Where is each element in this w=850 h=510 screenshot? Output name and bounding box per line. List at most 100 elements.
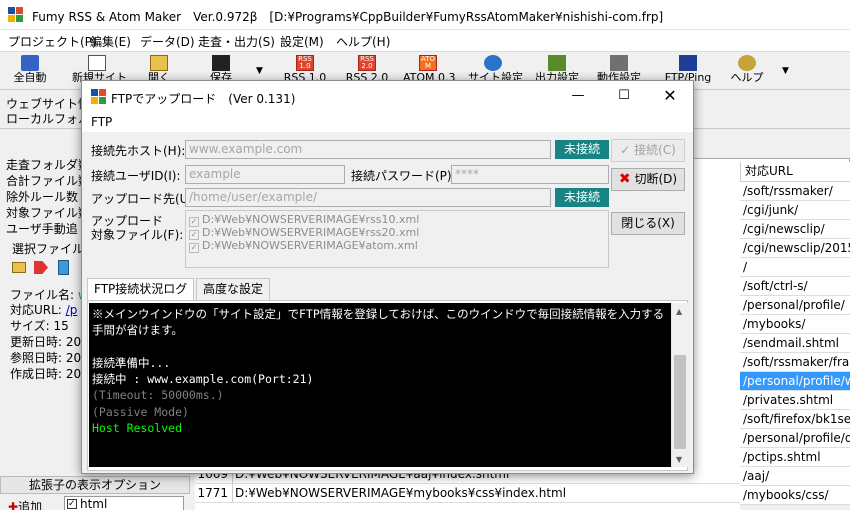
file-action-icons xyxy=(12,260,82,276)
url-cell[interactable]: /pctips.shtml xyxy=(740,448,850,467)
connect-button[interactable]: ✓ 接続(C) xyxy=(611,139,685,162)
files-label-line2: 対象ファイル(F): xyxy=(91,228,184,242)
menu-ftp[interactable]: FTP xyxy=(91,115,112,129)
main-title-bar[interactable]: Fumy RSS & Atom Maker Ver.0.972β [D:¥Pro… xyxy=(0,0,850,30)
url-cell[interactable]: /personal/profile/ xyxy=(740,296,850,315)
rss10-icon: RSS 1.0 xyxy=(296,55,314,71)
dialog-menu-bar: FTP xyxy=(82,112,693,132)
menu-project[interactable]: プロジェクト(P) xyxy=(8,33,97,50)
dialog-title-bar[interactable]: FTPでアップロード (Ver 0.131) — ☐ ✕ xyxy=(82,81,693,112)
url-cell[interactable]: /cgi/newsclip/ xyxy=(740,220,850,239)
document-icon[interactable] xyxy=(58,260,69,275)
close-window-button[interactable]: ✕ xyxy=(647,81,693,112)
url-cell[interactable]: /mybooks/ xyxy=(740,315,850,334)
ext-add-row[interactable]: ✚追加 xyxy=(8,498,42,510)
url-cell[interactable]: /soft/firefox/bk1sea xyxy=(740,410,850,429)
url-column-header[interactable]: 対応URL xyxy=(740,162,850,182)
new-site-icon xyxy=(88,55,106,71)
log-line: Host Resolved xyxy=(92,421,183,436)
url-cell[interactable]: /personal/profile/de xyxy=(740,429,850,448)
app-icon xyxy=(8,7,23,22)
rss20-icon: RSS 2.0 xyxy=(358,55,376,71)
menu-scan-output[interactable]: 走査・出力(S) xyxy=(198,33,275,50)
file-created-row: 作成日時: 20 xyxy=(10,367,82,381)
file-accessed-row: 参照日時: 20 xyxy=(10,351,82,365)
log-line: (Timeout: 50000ms.) xyxy=(92,388,224,403)
output-settings-icon xyxy=(548,55,566,71)
help-dropdown-arrow[interactable]: ▼ xyxy=(782,66,789,76)
url-cell[interactable]: / xyxy=(740,258,850,277)
scroll-thumb[interactable] xyxy=(674,355,686,449)
menu-edit[interactable]: 編集(E) xyxy=(90,33,131,50)
url-cell[interactable]: /soft/ctrl-s/ xyxy=(740,277,850,296)
url-cell[interactable]: /personal/profile/wo xyxy=(740,372,850,391)
log-line: 接続中 : www.example.com(Port:21) xyxy=(92,372,314,387)
export-icon[interactable] xyxy=(34,261,48,274)
help-button[interactable]: ヘルプ xyxy=(722,54,772,88)
stat-scan-folders: 走査フォルダ数 xyxy=(6,158,91,172)
tab-ftp-log[interactable]: FTP接続状況ログ xyxy=(87,278,195,301)
file-modified-row: 更新日時: 20 xyxy=(10,335,82,349)
log-scrollbar[interactable]: ▲ ▼ xyxy=(671,303,688,467)
atom03-icon: ATO M xyxy=(419,55,437,71)
behavior-settings-icon xyxy=(610,55,628,71)
local-folder-label: ローカルフォル xyxy=(6,112,91,126)
menu-settings[interactable]: 設定(M) xyxy=(280,33,324,50)
close-button[interactable]: 閉じる(X) xyxy=(611,212,685,235)
main-menu-bar: プロジェクト(P) 編集(E) データ(D) 走査・出力(S) 設定(M) ヘル… xyxy=(0,30,850,52)
site-settings-icon xyxy=(484,55,502,71)
stat-target-files: 対象ファイル数 xyxy=(6,206,91,220)
scroll-up-arrow[interactable]: ▲ xyxy=(676,307,682,316)
user-label: 接続ユーザID(I): xyxy=(91,169,181,183)
tab-advanced-settings[interactable]: 高度な設定 xyxy=(196,278,271,300)
ftp-upload-dialog: FTPでアップロード (Ver 0.131) — ☐ ✕ FTP 接続先ホスト(… xyxy=(81,80,694,474)
stat-total-files: 合計ファイル数 xyxy=(6,174,91,188)
minimize-button[interactable]: — xyxy=(555,81,601,112)
ext-html-item[interactable]: ✓ html xyxy=(64,496,184,510)
url-cell[interactable]: /cgi/newsclip/20150 xyxy=(740,239,850,258)
host-input[interactable]: www.example.com xyxy=(185,140,551,159)
save-dropdown-arrow[interactable]: ▼ xyxy=(256,66,263,76)
scroll-down-arrow[interactable]: ▼ xyxy=(676,455,682,464)
dest-input[interactable]: /home/user/example/ xyxy=(185,188,551,207)
maximize-button[interactable]: ☐ xyxy=(601,81,647,112)
dialog-title: FTPでアップロード (Ver 0.131) xyxy=(111,92,296,106)
password-label: 接続パスワード(P): xyxy=(351,169,456,183)
dest-status-badge: 未接続 xyxy=(555,188,609,207)
disconnect-button[interactable]: ✖ 切断(D) xyxy=(611,168,685,191)
help-icon xyxy=(738,55,756,71)
file-item[interactable]: ✓ D:¥Web¥NOWSERVERIMAGE¥rss20.xml xyxy=(189,226,419,240)
password-input[interactable]: **** xyxy=(451,165,609,184)
file-size-row: サイズ: 15 xyxy=(10,319,69,333)
window-title: Fumy RSS & Atom Maker Ver.0.972β [D:¥Pro… xyxy=(32,10,664,24)
menu-help[interactable]: ヘルプ(H) xyxy=(336,33,390,50)
url-cell[interactable]: /soft/rssmaker/ xyxy=(740,182,850,201)
stat-exclude-rules: 除外ルール数 xyxy=(6,190,79,204)
check-icon: ✓ xyxy=(620,143,631,157)
save-icon xyxy=(212,55,230,71)
auto-button[interactable]: 全自動 xyxy=(5,54,55,88)
user-input[interactable]: example xyxy=(185,165,345,184)
file-item[interactable]: ✓ D:¥Web¥NOWSERVERIMAGE¥rss10.xml xyxy=(189,213,419,227)
url-cell[interactable]: /privates.shtml xyxy=(740,391,850,410)
file-url-row: 対応URL: /p xyxy=(10,303,78,317)
log-line: (Passive Mode) xyxy=(92,404,189,419)
stat-user-added: ユーザ手動追 xyxy=(6,222,78,236)
url-cell[interactable]: /mybooks/css/ xyxy=(740,486,850,505)
file-item[interactable]: ✓ D:¥Web¥NOWSERVERIMAGE¥atom.xml xyxy=(189,239,418,253)
host-label: 接続先ホスト(H): xyxy=(91,144,186,158)
x-icon: ✖ xyxy=(618,171,631,187)
ftp-log-output: ※メインウインドウの「サイト設定」でFTP情報を登録しておけば、このウインドウで… xyxy=(89,303,671,467)
url-cell[interactable]: /aaj/ xyxy=(740,467,850,486)
ext-options-header: 拡張子の表示オプション xyxy=(0,476,190,494)
url-cell[interactable]: /sendmail.shtml xyxy=(740,334,850,353)
app-icon xyxy=(91,89,106,104)
url-cell[interactable]: /cgi/junk/ xyxy=(740,201,850,220)
table-row[interactable]: 1771 D:¥Web¥NOWSERVERIMAGE¥mybooks¥css¥i… xyxy=(195,484,740,503)
url-cell[interactable]: /soft/rssmaker/fram xyxy=(740,353,850,372)
folder-icon[interactable] xyxy=(12,262,26,273)
upload-file-list: ✓ D:¥Web¥NOWSERVERIMAGE¥rss10.xml ✓ D:¥Web… xyxy=(185,210,609,268)
auto-icon xyxy=(21,55,39,71)
menu-data[interactable]: データ(D) xyxy=(140,33,195,50)
